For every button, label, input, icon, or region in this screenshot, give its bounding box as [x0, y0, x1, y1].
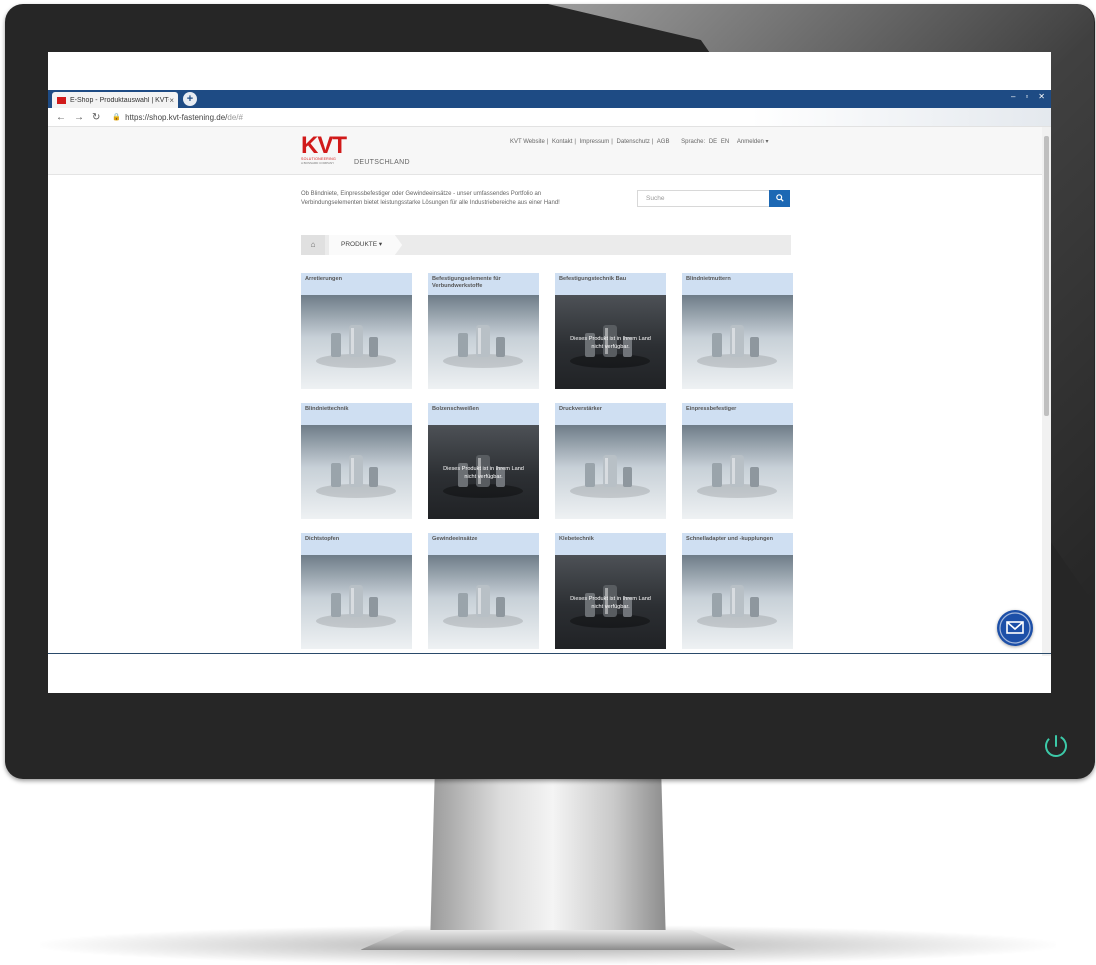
close-window-button[interactable]: ✕: [1038, 92, 1045, 101]
product-card-title: Druckverstärker: [555, 403, 666, 425]
intro-text: Ob Blindniete, Einpressbefestiger oder G…: [301, 191, 560, 206]
login-dropdown[interactable]: Anmelden ▾: [737, 139, 769, 145]
new-tab-button[interactable]: +: [183, 92, 197, 106]
product-card-title: Befestigungselemente für Verbundwerkstof…: [428, 273, 539, 295]
breadcrumb-products-dropdown[interactable]: PRODUKTE ▾: [329, 235, 403, 255]
product-card[interactable]: Dichtstopfen: [301, 533, 412, 649]
forward-arrow-icon[interactable]: →: [74, 112, 84, 123]
product-card[interactable]: Einpressbefestiger: [682, 403, 793, 519]
product-card[interactable]: Schnelladapter und -kupplungen: [682, 533, 793, 649]
url-field[interactable]: https://shop.kvt-fastening.de/de/#: [125, 113, 243, 122]
product-card[interactable]: Gewindeeinsätze: [428, 533, 539, 649]
language-en[interactable]: EN: [721, 139, 729, 145]
product-card[interactable]: Klebetechnik Dieses Produkt ist in Ihrem …: [555, 533, 666, 649]
product-card[interactable]: Bolzenschweißen Dieses Produkt ist in Ihr…: [428, 403, 539, 519]
nav-link-kvt-website[interactable]: KVT Website: [510, 139, 545, 145]
product-card-title: Schnelladapter und -kupplungen: [682, 533, 793, 555]
site-header: KVT SOLUTIONEERING A BOSSARD COMPANY DEU…: [48, 127, 1042, 175]
page-scrollbar-thumb[interactable]: [1044, 136, 1049, 416]
url-path: de/#: [227, 112, 243, 122]
bottom-divider: [48, 653, 1051, 654]
nav-link-datenschutz[interactable]: Datenschutz: [617, 139, 650, 145]
product-image: [301, 425, 412, 519]
nav-link-impressum[interactable]: Impressum: [580, 139, 610, 145]
envelope-icon: [999, 612, 1031, 644]
product-card-title: Gewindeeinsätze: [428, 533, 539, 555]
country-label: DEUTSCHLAND: [354, 159, 410, 166]
nav-link-kontakt[interactable]: Kontakt: [552, 139, 572, 145]
reload-icon[interactable]: ↻: [92, 112, 100, 123]
product-card-title: Bolzenschweißen: [428, 403, 539, 425]
product-unavailable-note: Dieses Produkt ist in Ihrem Land nicht v…: [570, 336, 651, 350]
url-main: https://shop.kvt-fastening.de/: [125, 112, 228, 122]
language-label: Sprache:: [681, 139, 706, 145]
product-image: [428, 555, 539, 649]
product-card-title: Blindnietmuttern: [682, 273, 793, 295]
contact-mail-button[interactable]: [997, 610, 1033, 646]
product-card-title: Einpressbefestiger: [682, 403, 793, 425]
close-tab-icon[interactable]: ×: [169, 96, 174, 105]
product-card-title: Arretierungen: [301, 273, 412, 295]
kvt-favicon-icon: [57, 96, 66, 104]
address-bar-fade: [751, 108, 1051, 126]
address-bar: ← → ↻ 🔒 https://shop.kvt-fastening.de/de…: [48, 108, 1051, 127]
product-card-title: Befestigungstechnik Bau: [555, 273, 666, 295]
logo-subtagline: A BOSSARD COMPANY: [301, 161, 335, 165]
product-image: [682, 295, 793, 389]
tab-title: E-Shop - Produktauswahl | KVT-: [70, 96, 170, 104]
product-card[interactable]: Befestigungselemente für Verbundwerkstof…: [428, 273, 539, 389]
product-image: [301, 295, 412, 389]
product-image: [555, 425, 666, 519]
monitor-stand-base: [360, 930, 736, 950]
back-arrow-icon[interactable]: ←: [56, 112, 66, 123]
product-card[interactable]: Druckverstärker: [555, 403, 666, 519]
home-icon[interactable]: ⌂: [301, 235, 325, 255]
product-card[interactable]: Befestigungstechnik Bau Dieses Produkt is…: [555, 273, 666, 389]
window-controls: – ▫ ✕: [1011, 92, 1045, 101]
power-icon: [1045, 735, 1067, 757]
breadcrumb: ⌂ PRODUKTE ▾: [301, 235, 791, 255]
product-card-title: Blindniettechnik: [301, 403, 412, 425]
product-unavailable-note: Dieses Produkt ist in Ihrem Land nicht v…: [443, 466, 524, 480]
product-card[interactable]: Blindnietmuttern: [682, 273, 793, 389]
language-de[interactable]: DE: [709, 139, 717, 145]
maximize-button[interactable]: ▫: [1025, 92, 1028, 101]
product-card[interactable]: Blindniettechnik: [301, 403, 412, 519]
product-unavailable-note: Dieses Produkt ist in Ihrem Land nicht v…: [570, 596, 651, 610]
product-image: [682, 555, 793, 649]
product-grid: Arretierungen Befestigungselemente für Ve…: [301, 273, 793, 649]
product-image: [301, 555, 412, 649]
minimize-button[interactable]: –: [1011, 92, 1015, 101]
product-card[interactable]: Arretierungen: [301, 273, 412, 389]
screen: E-Shop - Produktauswahl | KVT- × + – ▫ ✕…: [48, 52, 1051, 693]
search-button[interactable]: [769, 190, 790, 207]
monitor-stand-neck: [430, 775, 666, 945]
browser-tab-bar: E-Shop - Produktauswahl | KVT- × + – ▫ ✕: [48, 90, 1051, 108]
lock-icon: 🔒: [112, 114, 122, 121]
logo-text: KVT: [301, 132, 347, 159]
nav-link-agb[interactable]: AGB: [657, 139, 670, 145]
top-navigation: KVT Website | Kontakt | Impressum | Datensc…: [510, 139, 769, 145]
browser-tab[interactable]: E-Shop - Produktauswahl | KVT- ×: [52, 92, 178, 108]
search-input[interactable]: Suche: [637, 190, 769, 207]
product-card-title: Klebetechnik: [555, 533, 666, 555]
search-icon: [775, 194, 784, 202]
product-image: [428, 295, 539, 389]
product-card-title: Dichtstopfen: [301, 533, 412, 555]
product-image: [682, 425, 793, 519]
kvt-logo[interactable]: KVT SOLUTIONEERING A BOSSARD COMPANY: [301, 132, 351, 166]
